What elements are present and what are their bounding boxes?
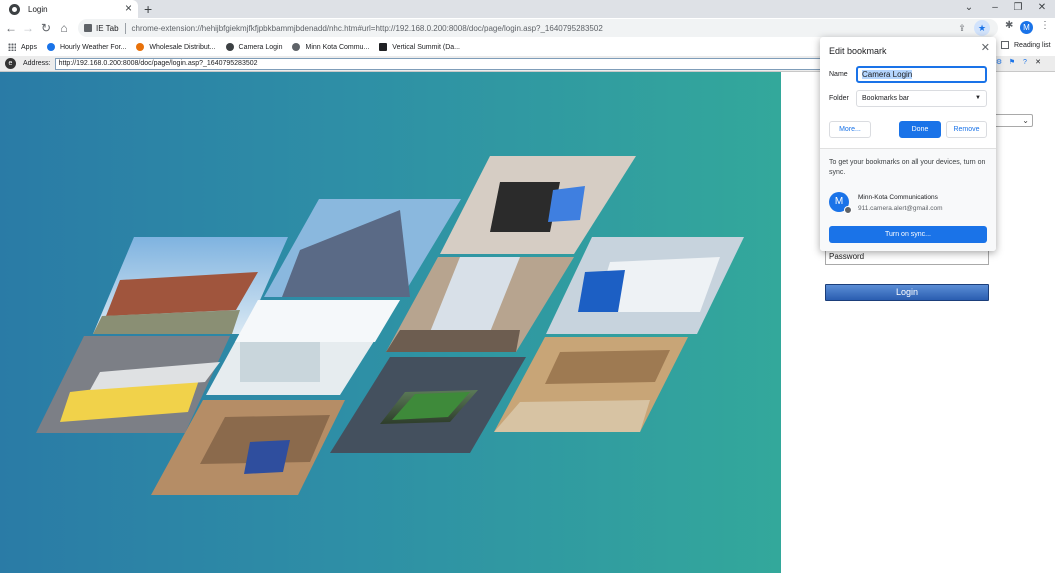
tab-close-icon[interactable]: × bbox=[125, 1, 132, 15]
camera-favicon-icon bbox=[9, 3, 20, 15]
tab-login[interactable]: Login × bbox=[0, 0, 138, 18]
remove-button[interactable]: Remove bbox=[946, 121, 987, 138]
bookmark-label: Hourly Weather For... bbox=[59, 43, 127, 51]
tab-strip: Login × + ⌄ – ❐ ✕ bbox=[0, 0, 1055, 18]
folder-value: Bookmarks bar bbox=[862, 95, 910, 102]
ie-address-label: Address: bbox=[23, 60, 51, 67]
browser-toolbar: ← → ↻ ⌂ IE Tab chrome-extension://hehijb… bbox=[0, 18, 1055, 38]
ie-help-icon[interactable]: ? bbox=[1020, 58, 1030, 68]
edit-bookmark-dialog: Edit bookmark ✕ Name Camera Login Folder… bbox=[820, 37, 996, 251]
name-label: Name bbox=[829, 71, 848, 78]
bookmark-label: Wholesale Distribut... bbox=[149, 43, 216, 51]
ie-settings-icon[interactable]: ⚑ bbox=[1007, 58, 1017, 68]
new-tab-button[interactable]: + bbox=[144, 0, 152, 18]
password-input[interactable]: Password bbox=[825, 249, 989, 265]
camera-login-icon bbox=[225, 43, 234, 51]
reading-list-button[interactable]: Reading list bbox=[1001, 41, 1051, 49]
account-email: 911.camera.alert@gmail.com bbox=[858, 205, 943, 212]
bookmark-wholesale[interactable]: Wholesale Distribut... bbox=[136, 43, 216, 51]
close-window-button[interactable]: ✕ bbox=[1035, 0, 1049, 16]
back-icon[interactable]: ← bbox=[3, 19, 19, 37]
hero-banner bbox=[0, 72, 781, 573]
maximize-button[interactable]: ❐ bbox=[1011, 0, 1025, 16]
tab-title: Login bbox=[28, 4, 48, 14]
profile-avatar[interactable]: M bbox=[1020, 21, 1033, 34]
photo-stadium bbox=[330, 357, 526, 453]
tab-search-icon[interactable]: ⌄ bbox=[962, 0, 976, 16]
bookmark-vertical-summit[interactable]: Vertical Summit (Da... bbox=[379, 43, 460, 51]
bookmark-star-icon[interactable]: ★ bbox=[974, 20, 990, 36]
dialog-title: Edit bookmark bbox=[829, 46, 887, 56]
folder-select[interactable]: Bookmarks bar ▼ bbox=[856, 90, 987, 107]
bookmark-name-value: Camera Login bbox=[862, 70, 913, 79]
bookmark-apps[interactable]: Apps bbox=[8, 43, 37, 51]
omnibox-divider bbox=[124, 22, 126, 34]
bookmark-label: Apps bbox=[21, 43, 37, 51]
summit-icon bbox=[379, 43, 388, 51]
address-bar[interactable]: IE Tab chrome-extension://hehijbfgiekmjf… bbox=[78, 19, 998, 37]
folder-label: Folder bbox=[829, 95, 849, 102]
account-name: Minn-Kota Communications bbox=[858, 194, 938, 201]
puzzle-icon bbox=[84, 24, 92, 32]
bookmark-label: Minn Kota Commu... bbox=[305, 43, 370, 51]
more-button[interactable]: More... bbox=[829, 121, 871, 138]
bookmark-camera-login[interactable]: Camera Login bbox=[225, 43, 283, 51]
account-badge-icon bbox=[844, 206, 852, 214]
ie-logo-icon: e bbox=[5, 58, 16, 69]
done-button[interactable]: Done bbox=[899, 121, 941, 138]
dropdown-caret-icon: ▼ bbox=[975, 95, 981, 101]
reload-icon[interactable]: ↻ bbox=[38, 19, 54, 37]
ie-tab-chip: IE Tab bbox=[84, 24, 119, 33]
home-icon[interactable]: ⌂ bbox=[56, 19, 72, 37]
reading-list-icon bbox=[1001, 41, 1009, 49]
bookmark-name-field[interactable]: Camera Login bbox=[856, 66, 987, 83]
distributor-icon bbox=[136, 43, 145, 51]
apps-grid-icon bbox=[8, 43, 16, 51]
sync-promo-text: To get your bookmarks on all your device… bbox=[829, 159, 986, 176]
turn-on-sync-button[interactable]: Turn on sync... bbox=[829, 226, 987, 243]
menu-kebab-icon[interactable]: ⋮ bbox=[1040, 20, 1050, 31]
ie-address-input[interactable]: http://192.168.0.200:8008/doc/page/login… bbox=[54, 57, 835, 70]
bookmark-label: Vertical Summit (Da... bbox=[392, 43, 460, 51]
photo-grand-central bbox=[494, 337, 688, 432]
minimize-button[interactable]: – bbox=[988, 0, 1002, 16]
share-icon[interactable]: ⇪ bbox=[954, 20, 970, 36]
photo-collage bbox=[36, 156, 744, 495]
url-text[interactable]: chrome-extension://hehijbfgiekmjfkfjpbkb… bbox=[132, 24, 603, 33]
login-button[interactable]: Login bbox=[825, 284, 989, 301]
ie-close-icon[interactable]: ✕ bbox=[1033, 58, 1043, 68]
reading-list-label: Reading list bbox=[1014, 41, 1051, 49]
bookmark-label: Camera Login bbox=[238, 43, 283, 51]
bookmark-minn-kota[interactable]: Minn Kota Commu... bbox=[292, 43, 369, 51]
minnkota-icon bbox=[292, 43, 301, 51]
photo-truck bbox=[546, 237, 744, 334]
bookmark-hourly-weather[interactable]: Hourly Weather For... bbox=[46, 43, 127, 51]
forward-icon[interactable]: → bbox=[20, 19, 36, 37]
close-icon[interactable]: ✕ bbox=[981, 41, 990, 54]
weather-icon bbox=[46, 43, 55, 51]
ie-tab-label: IE Tab bbox=[96, 23, 119, 33]
extensions-puzzle-icon[interactable]: ✱ bbox=[1005, 20, 1013, 31]
sync-promo: To get your bookmarks on all your device… bbox=[820, 148, 996, 251]
